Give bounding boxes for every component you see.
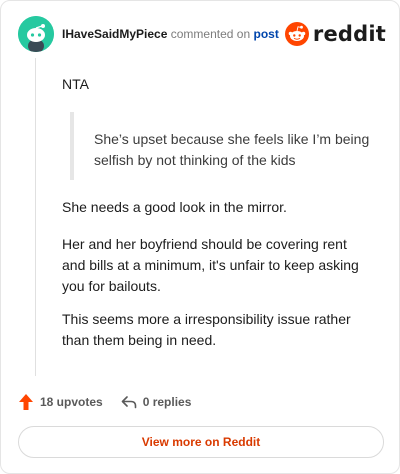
reply-button[interactable]: 0 replies — [121, 395, 192, 409]
comment-paragraph: Her and her boyfriend should be covering… — [62, 236, 359, 294]
comment-meta: IHaveSaidMyPiece commented on post — [62, 27, 279, 41]
comment-paragraph: This seems more a irresponsibility issue… — [62, 311, 351, 348]
view-more-button[interactable]: View more on Reddit — [18, 426, 384, 458]
blockquote-text: She’s upset because she feels like I’m b… — [94, 131, 370, 168]
comment-actions: 18 upvotes 0 replies — [18, 391, 191, 413]
username-link[interactable]: IHaveSaidMyPiece — [62, 27, 167, 41]
upvote-arrow-icon — [19, 394, 33, 410]
post-link[interactable]: post — [253, 27, 278, 41]
snoo-avatar-icon[interactable] — [18, 16, 54, 52]
thread-line — [35, 58, 36, 376]
commented-on-label: commented on — [170, 27, 251, 41]
blockquote: She’s upset because she feels like I’m b… — [70, 112, 369, 180]
reddit-logo[interactable]: reddit — [284, 21, 386, 47]
comment-header: IHaveSaidMyPiece commented on post reddi… — [18, 16, 386, 52]
comment-line-nta: NTA — [62, 76, 89, 92]
comment-paragraph: She needs a good look in the mirror. — [62, 199, 287, 215]
upvote-button[interactable]: 18 upvotes — [18, 393, 103, 411]
reddit-wordmark: reddit — [312, 22, 386, 46]
reply-arrow-icon — [121, 396, 137, 409]
reddit-snoo-icon — [284, 22, 309, 46]
comment-embed-card: IHaveSaidMyPiece commented on post reddi… — [0, 0, 400, 474]
upvote-count: 18 upvotes — [40, 395, 103, 409]
reply-count: 0 replies — [142, 395, 192, 409]
